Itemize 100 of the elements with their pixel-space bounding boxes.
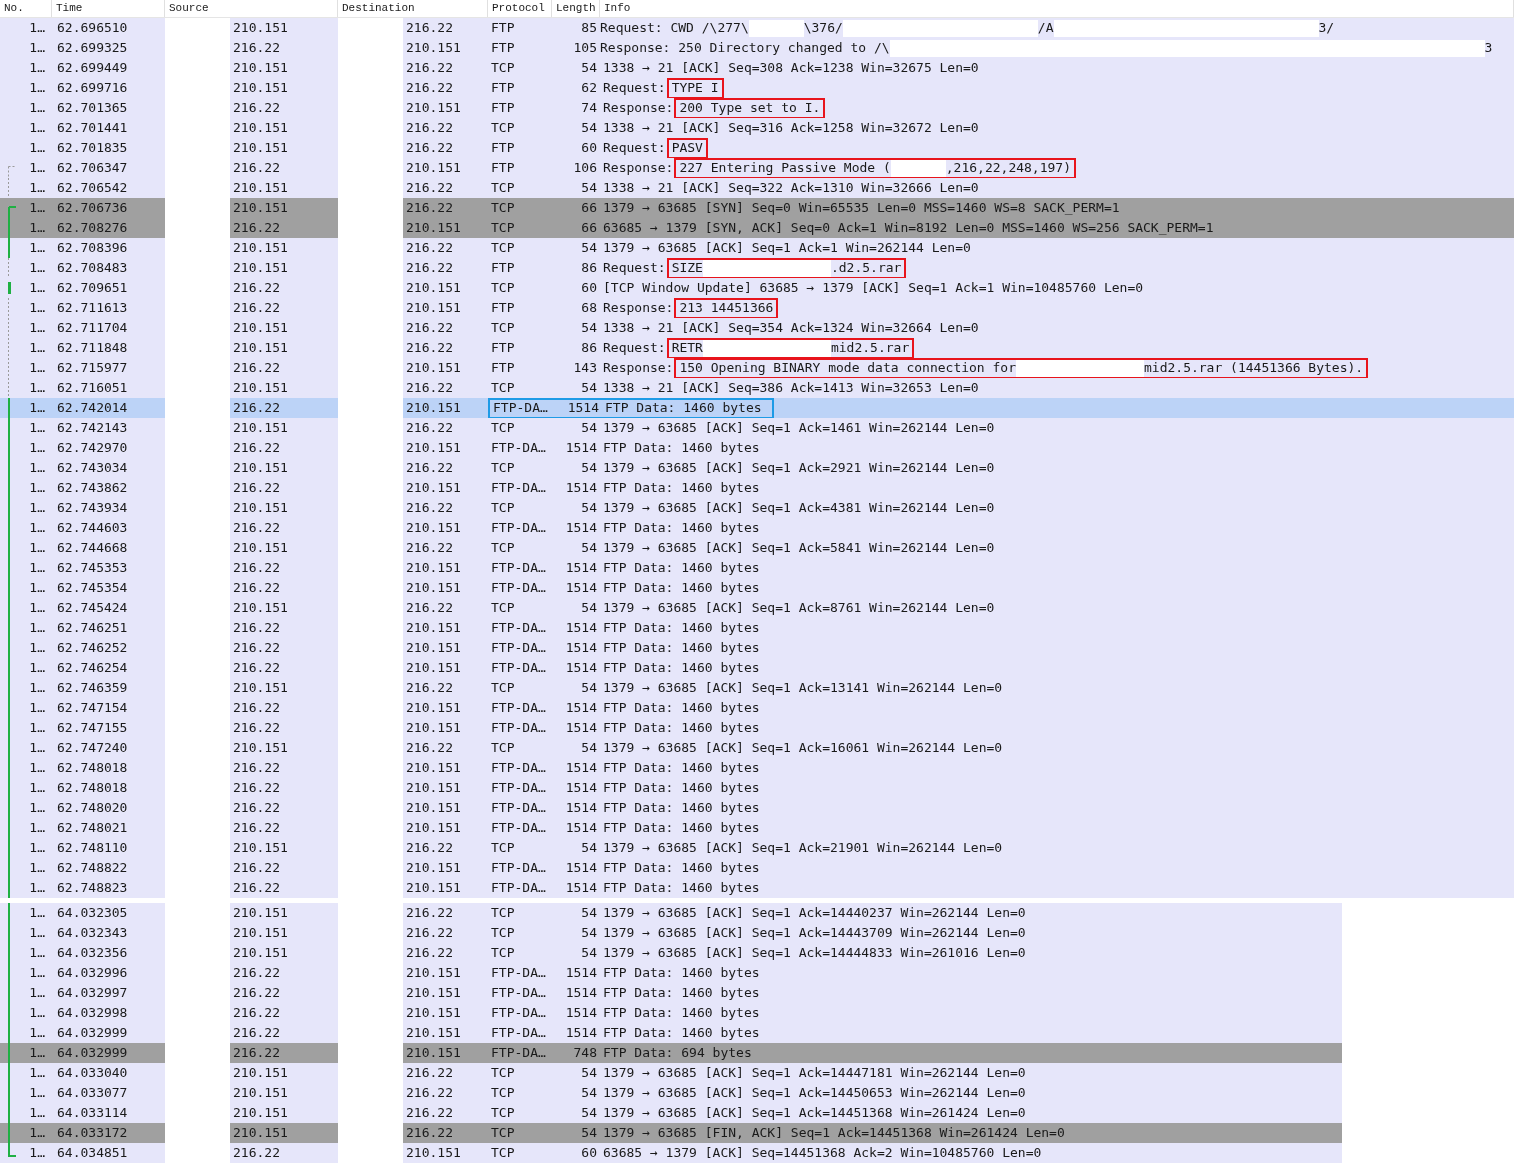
row-band[interactable]: 210.151	[230, 538, 338, 558]
row-band[interactable]: 216.22	[230, 698, 338, 718]
row-band[interactable]: 210.151 FTP-DA… 1514 FTP Data: 1460 bytes	[403, 1003, 1342, 1023]
row-band[interactable]: 216.22	[230, 718, 338, 738]
row-band[interactable]: 62.708276	[52, 218, 165, 238]
row-band[interactable]: 210.151	[230, 903, 338, 923]
row-band[interactable]: 62.747155	[52, 718, 165, 738]
row-band[interactable]: 210.151 TCP 66 63685 → 1379 [SYN, ACK] Seq=0 Ack=1 Win=8192 Len=0 MSS=1460 WS=256 SACK_PERM=1	[403, 218, 1514, 238]
row-band[interactable]: 1…	[0, 578, 52, 598]
row-band[interactable]: 216.22 FTP 60 Request: PASV	[403, 138, 1514, 158]
row-band[interactable]: 210.151	[230, 378, 338, 398]
row-band[interactable]: 216.22 TCP 54 1379 → 63685 [ACK] Seq=1 Ack=14450653 Win=262144 Len=0	[403, 1083, 1342, 1103]
row-band[interactable]: 210.151	[230, 138, 338, 158]
row-band[interactable]: 1…	[0, 1123, 52, 1143]
row-band[interactable]: 1…	[0, 358, 52, 378]
row-band[interactable]: 1…	[0, 18, 52, 38]
row-band[interactable]: 62.746251	[52, 618, 165, 638]
column-header[interactable]: Protocol	[488, 0, 552, 17]
row-band[interactable]: 62.745424	[52, 598, 165, 618]
row-band[interactable]: 64.032343	[52, 923, 165, 943]
row-band[interactable]: 62.706542	[52, 178, 165, 198]
row-band[interactable]: 62.745354	[52, 578, 165, 598]
row-band[interactable]: 216.22	[230, 38, 338, 58]
row-band[interactable]: 1…	[0, 558, 52, 578]
row-band[interactable]: 62.747154	[52, 698, 165, 718]
row-band[interactable]: 210.151	[230, 18, 338, 38]
row-band[interactable]: 62.742970	[52, 438, 165, 458]
row-band[interactable]: 216.22	[230, 983, 338, 1003]
row-band[interactable]: 216.22	[230, 1143, 338, 1163]
row-band[interactable]: 210.151 FTP-DA… 1514 FTP Data: 1460 bytes	[403, 983, 1342, 1003]
row-band[interactable]: 64.032998	[52, 1003, 165, 1023]
row-band[interactable]: 1…	[0, 158, 52, 178]
row-band[interactable]: 210.151 TCP 60 63685 → 1379 [ACK] Seq=14451368 Ack=2 Win=10485760 Len=0	[403, 1143, 1342, 1163]
row-band[interactable]: 62.699449	[52, 58, 165, 78]
row-band[interactable]: 1…	[0, 538, 52, 558]
row-band[interactable]: 62.701835	[52, 138, 165, 158]
row-band[interactable]: 216.22 TCP 54 1379 → 63685 [ACK] Seq=1 Ack=2921 Win=262144 Len=0	[403, 458, 1514, 478]
row-band[interactable]: 210.151 FTP-DA… 1514 FTP Data: 1460 bytes	[403, 818, 1514, 838]
row-band[interactable]: 216.22 TCP 54 1379 → 63685 [FIN, ACK] Seq=1 Ack=14451368 Win=261424 Len=0	[403, 1123, 1342, 1143]
row-band[interactable]: 1…	[0, 923, 52, 943]
row-band[interactable]: 216.22	[230, 558, 338, 578]
row-band[interactable]: 62.743934	[52, 498, 165, 518]
row-band[interactable]: 62.742143	[52, 418, 165, 438]
row-band[interactable]: 1…	[0, 1083, 52, 1103]
row-band[interactable]: 1…	[0, 38, 52, 58]
row-band[interactable]: 62.699716	[52, 78, 165, 98]
row-band[interactable]: 62.699325	[52, 38, 165, 58]
row-band[interactable]: 210.151	[230, 678, 338, 698]
row-band[interactable]: 1…	[0, 298, 52, 318]
row-band[interactable]: 216.22	[230, 963, 338, 983]
row-band[interactable]: 1…	[0, 178, 52, 198]
row-band[interactable]: 210.151 FTP-DA… 1514 FTP Data: 1460 bytes	[403, 578, 1514, 598]
row-band[interactable]: 1…	[0, 78, 52, 98]
row-band[interactable]: 1…	[0, 318, 52, 338]
row-band[interactable]: 210.151	[230, 318, 338, 338]
row-band[interactable]: 64.032996	[52, 963, 165, 983]
row-band[interactable]: 1…	[0, 1103, 52, 1123]
row-band[interactable]: 1…	[0, 658, 52, 678]
row-band[interactable]: 216.22	[230, 878, 338, 898]
row-band[interactable]: 64.033172	[52, 1123, 165, 1143]
row-band[interactable]: 216.22	[230, 298, 338, 318]
row-band[interactable]: 1…	[0, 218, 52, 238]
row-band[interactable]: 210.151 FTP-DA… 1514 FTP Data: 1460 bytes	[403, 758, 1514, 778]
row-band[interactable]: 216.22 TCP 54 1379 → 63685 [ACK] Seq=1 Ack=21901 Win=262144 Len=0	[403, 838, 1514, 858]
row-band[interactable]: 1…	[0, 758, 52, 778]
row-band[interactable]: 216.22 FTP 86 Request: SIZE .d2.5.rar	[403, 258, 1514, 278]
row-band[interactable]: 210.151	[230, 1103, 338, 1123]
row-band[interactable]: 1…	[0, 698, 52, 718]
row-band[interactable]: 210.151	[230, 338, 338, 358]
row-band[interactable]: 1…	[0, 963, 52, 983]
row-band[interactable]: 1…	[0, 618, 52, 638]
row-band[interactable]: 216.22 TCP 54 1379 → 63685 [ACK] Seq=1 Ack=13141 Win=262144 Len=0	[403, 678, 1514, 698]
row-band[interactable]: 1…	[0, 498, 52, 518]
row-band[interactable]: 210.151	[230, 238, 338, 258]
row-band[interactable]: 210.151 FTP-DA… 1514 FTP Data: 1460 bytes	[403, 398, 1514, 418]
row-band[interactable]: 210.151	[230, 258, 338, 278]
row-band[interactable]: 216.22 TCP 54 1379 → 63685 [ACK] Seq=1 Ack=1 Win=262144 Len=0	[403, 238, 1514, 258]
row-band[interactable]: 210.151 FTP-DA… 1514 FTP Data: 1460 bytes	[403, 1023, 1342, 1043]
row-band[interactable]: 62.716051	[52, 378, 165, 398]
row-band[interactable]: 216.22 TCP 66 1379 → 63685 [SYN] Seq=0 Win=65535 Len=0 MSS=1460 WS=8 SACK_PERM=1	[403, 198, 1514, 218]
row-band[interactable]: 216.22 TCP 54 1338 → 21 [ACK] Seq=322 Ack=1310 Win=32666 Len=0	[403, 178, 1514, 198]
row-band[interactable]: 62.745353	[52, 558, 165, 578]
row-band[interactable]: 210.151 FTP 105 Response: 250 Directory changed to /\ 3	[403, 38, 1514, 58]
row-band[interactable]: 62.742014	[52, 398, 165, 418]
row-band[interactable]: 1…	[0, 518, 52, 538]
row-band[interactable]: 64.032305	[52, 903, 165, 923]
row-band[interactable]: 1…	[0, 638, 52, 658]
row-band[interactable]: 62.748021	[52, 818, 165, 838]
column-header[interactable]: No.	[0, 0, 52, 17]
row-band[interactable]: 64.032356	[52, 943, 165, 963]
row-band[interactable]: 210.151	[230, 78, 338, 98]
row-band[interactable]: 1…	[0, 1043, 52, 1063]
row-band[interactable]: 216.22	[230, 218, 338, 238]
row-band[interactable]: 210.151 FTP-DA… 1514 FTP Data: 1460 bytes	[403, 963, 1342, 983]
row-band[interactable]: 216.22 TCP 54 1379 → 63685 [ACK] Seq=1 Ack=8761 Win=262144 Len=0	[403, 598, 1514, 618]
row-band[interactable]: 216.22	[230, 658, 338, 678]
row-band[interactable]: 1…	[0, 1063, 52, 1083]
row-band[interactable]: 1…	[0, 478, 52, 498]
row-band[interactable]: 210.151 FTP-DA… 1514 FTP Data: 1460 bytes	[403, 778, 1514, 798]
row-band[interactable]: 1…	[0, 1003, 52, 1023]
